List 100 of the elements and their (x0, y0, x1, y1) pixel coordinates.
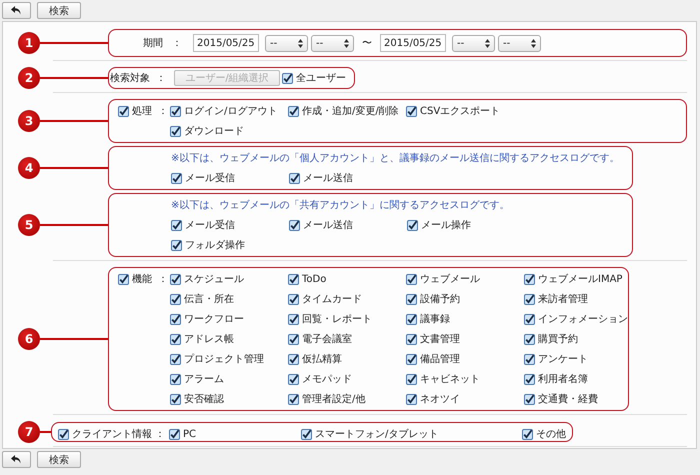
checkbox-label: クライアント情報 (72, 428, 152, 441)
checkbox-label: 管理者設定/他 (302, 392, 366, 406)
checkbox[interactable] (524, 334, 535, 344)
checkbox[interactable] (524, 294, 535, 304)
checkbox-label: ウェブメールIMAP (538, 272, 622, 286)
leader-line (40, 224, 108, 226)
checkbox-label: 伝言・所在 (184, 292, 234, 306)
checkbox[interactable] (171, 220, 182, 230)
callout-number: 5 (18, 214, 40, 236)
field-label: 検索対象 (110, 72, 150, 85)
checkbox[interactable] (406, 374, 417, 384)
checkbox[interactable] (170, 274, 181, 284)
checkbox-label: インフォメーション (538, 313, 628, 326)
checkbox[interactable] (288, 354, 299, 364)
checkbox-label: 機能 (132, 272, 152, 286)
checkbox[interactable] (406, 294, 417, 304)
back-button[interactable] (2, 2, 31, 19)
checkbox[interactable] (288, 374, 299, 384)
checkbox[interactable] (288, 334, 299, 344)
tilde: 〜 (362, 37, 372, 50)
field-label: 期間 (143, 36, 163, 50)
callout-number: 1 (18, 32, 40, 54)
select-field[interactable]: -- (498, 34, 541, 52)
callout-number: 6 (18, 328, 40, 350)
checkbox[interactable] (301, 428, 312, 440)
checkbox[interactable] (522, 428, 533, 440)
search-button[interactable]: 検索 (37, 2, 81, 19)
checkbox-label: ネオツイ (420, 393, 460, 406)
checkbox[interactable] (407, 220, 418, 230)
date-field[interactable]: 2015/05/25 (193, 34, 259, 52)
checkbox[interactable] (406, 354, 417, 364)
checkbox[interactable] (170, 294, 181, 304)
back-arrow-icon (11, 6, 22, 15)
updown-icon (298, 38, 303, 48)
checkbox-label: ToDo (302, 274, 326, 284)
checkbox[interactable] (288, 314, 299, 324)
checkbox[interactable] (170, 314, 181, 324)
checkbox[interactable] (170, 354, 181, 364)
checkbox[interactable] (282, 72, 293, 84)
checkbox[interactable] (524, 394, 535, 404)
checkbox-label: ダウンロード (184, 125, 244, 138)
checkbox-label: 安否確認 (184, 392, 224, 406)
checkbox[interactable] (171, 240, 182, 250)
colon: ： (155, 428, 165, 441)
checkbox[interactable] (406, 394, 417, 404)
checkbox[interactable] (524, 374, 535, 384)
checkbox[interactable] (289, 172, 300, 184)
checkbox[interactable] (524, 354, 535, 364)
checkbox-label: ワークフロー (184, 313, 244, 326)
checkbox[interactable] (170, 374, 181, 384)
checkbox[interactable] (170, 334, 181, 344)
callout-number: 7 (18, 421, 40, 443)
colon: ： (156, 72, 166, 85)
select-field[interactable]: -- (452, 34, 495, 52)
checkbox-label: プロジェクト管理 (184, 352, 264, 366)
leader-line (40, 120, 108, 122)
checkbox-label: キャビネット (420, 373, 480, 386)
checkbox-label: 作成・追加/変更/削除 (302, 104, 399, 118)
checkbox[interactable] (171, 172, 182, 184)
checkbox-label: アンケート (538, 353, 588, 366)
search-button[interactable]: 検索 (37, 451, 81, 468)
callout-number: 4 (18, 157, 40, 179)
date-field[interactable]: 2015/05/25 (380, 34, 446, 52)
colon: ： (172, 37, 182, 50)
checkbox[interactable] (289, 220, 300, 230)
updown-icon (531, 38, 536, 48)
checkbox[interactable] (288, 394, 299, 404)
checkbox-label: ウェブメール (420, 272, 480, 286)
checkbox[interactable] (118, 106, 129, 116)
checkbox[interactable] (170, 126, 181, 136)
checkbox[interactable] (170, 394, 181, 404)
checkbox[interactable] (288, 274, 299, 284)
checkbox-label: 電子会議室 (302, 332, 352, 346)
select-field[interactable]: -- (311, 34, 354, 52)
checkbox[interactable] (406, 274, 417, 284)
checkbox-label: 交通費・経費 (538, 392, 598, 406)
checkbox[interactable] (58, 428, 69, 440)
checkbox[interactable] (288, 106, 299, 116)
leader-line (40, 42, 108, 44)
colon: ： (158, 273, 168, 286)
checkbox[interactable] (169, 428, 180, 440)
checkbox[interactable] (524, 274, 535, 284)
checkbox-label: PC (183, 428, 196, 440)
back-button[interactable] (2, 451, 31, 468)
checkbox-label: 利用者名簿 (538, 372, 588, 386)
back-arrow-icon (11, 455, 22, 464)
colon: ： (158, 105, 168, 118)
checkbox-label: 備品管理 (420, 353, 460, 366)
select-field[interactable]: -- (265, 34, 308, 52)
checkbox[interactable] (406, 314, 417, 324)
checkbox[interactable] (118, 274, 129, 284)
checkbox-label: スケジュール (184, 273, 244, 286)
checkbox[interactable] (170, 106, 181, 116)
checkbox[interactable] (406, 334, 417, 344)
checkbox[interactable] (406, 106, 417, 116)
checkbox-label: メール受信 (185, 218, 235, 232)
checkbox-label: メール送信 (303, 219, 353, 232)
checkbox[interactable] (524, 314, 535, 324)
checkbox-label: 来訪者管理 (538, 292, 588, 306)
checkbox[interactable] (288, 294, 299, 304)
